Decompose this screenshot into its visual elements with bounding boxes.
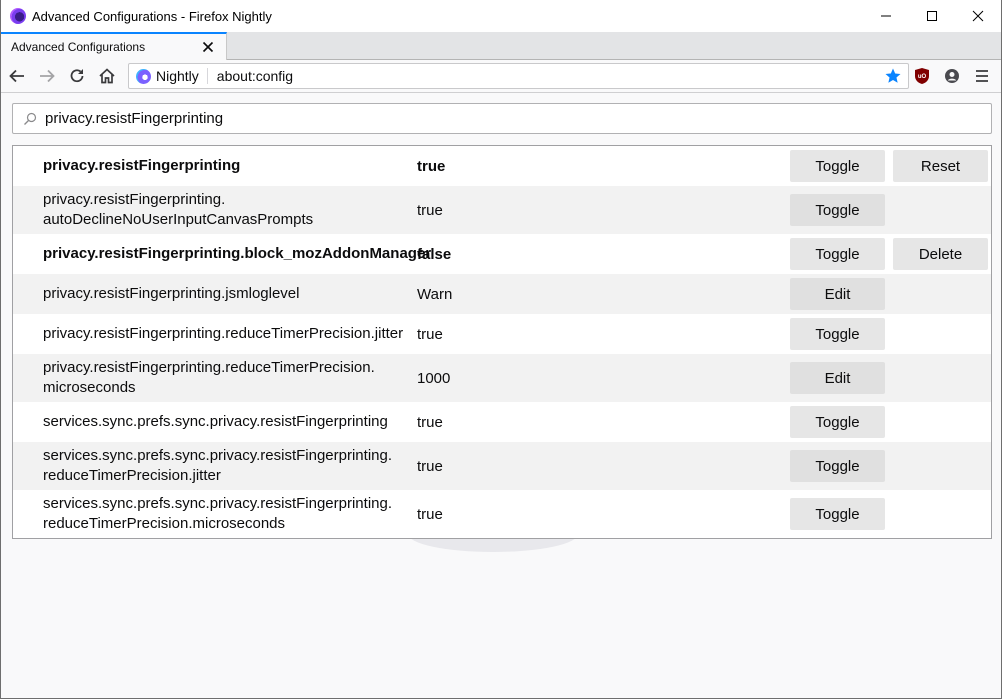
pref-name: services.sync.prefs.sync.privacy.resistF… xyxy=(43,413,388,430)
toggle-button[interactable]: Toggle xyxy=(790,498,885,530)
pref-actions: Toggle Delete xyxy=(790,238,996,270)
toggle-button[interactable]: Toggle xyxy=(790,238,885,270)
nightly-logo-icon xyxy=(136,68,151,84)
ublock-origin-button[interactable]: uO xyxy=(907,62,937,90)
home-button[interactable] xyxy=(92,62,122,90)
account-button[interactable] xyxy=(937,62,967,90)
toggle-button[interactable]: Toggle xyxy=(790,150,885,182)
edit-button[interactable]: Edit xyxy=(790,278,885,310)
about-config-page: privacy.resistFingerprinting privacy.res… xyxy=(1,94,1001,698)
toggle-button[interactable]: Toggle xyxy=(790,194,885,226)
pref-value: false xyxy=(417,245,452,263)
maximize-icon xyxy=(927,11,937,21)
window-controls xyxy=(863,0,1001,32)
pref-actions: Edit xyxy=(790,362,893,394)
minimize-icon xyxy=(881,15,891,17)
toggle-button[interactable]: Toggle xyxy=(790,450,885,482)
pref-actions: Toggle xyxy=(790,450,893,482)
back-button[interactable] xyxy=(2,62,32,90)
reload-icon xyxy=(70,69,84,83)
pref-row: privacy.resistFingerprinting. autoDeclin… xyxy=(13,186,991,234)
window-title: Advanced Configurations - Firefox Nightl… xyxy=(32,8,272,24)
star-icon xyxy=(885,68,901,83)
maximize-button[interactable] xyxy=(909,0,955,32)
pref-value: 1000 xyxy=(417,369,451,387)
pref-row: privacy.resistFingerprinting.block_mozAd… xyxy=(13,234,991,274)
title-bar: Advanced Configurations - Firefox Nightl… xyxy=(1,0,1001,32)
pref-actions: Toggle xyxy=(790,406,893,438)
close-window-button[interactable] xyxy=(955,0,1001,32)
pref-value: true xyxy=(417,413,443,431)
pref-name: services.sync.prefs.sync.privacy.resistF… xyxy=(43,447,392,484)
pref-value: true xyxy=(417,505,443,523)
pref-name: privacy.resistFingerprinting.block_mozAd… xyxy=(43,245,432,262)
search-icon xyxy=(24,112,37,125)
reload-button[interactable] xyxy=(62,62,92,90)
pref-row: privacy.resistFingerprinting.jsmloglevel… xyxy=(13,274,991,314)
pref-row: privacy.resistFingerprinting.reduceTimer… xyxy=(13,314,991,354)
search-value: privacy.resistFingerprinting xyxy=(45,110,224,127)
identity-box[interactable]: Nightly xyxy=(129,68,208,84)
pref-value: true xyxy=(417,325,443,343)
arrow-left-icon xyxy=(9,69,24,83)
svg-text:uO: uO xyxy=(918,74,927,80)
pref-row: services.sync.prefs.sync.privacy.resistF… xyxy=(13,442,991,490)
tab-strip: Advanced Configurations xyxy=(1,32,1001,60)
tab-advanced-configurations[interactable]: Advanced Configurations xyxy=(1,32,227,60)
pref-row: privacy.resistFingerprinting true Toggle… xyxy=(13,146,991,186)
pref-name: privacy.resistFingerprinting.jsmloglevel xyxy=(43,285,300,302)
arrow-right-icon xyxy=(40,69,55,83)
edit-button[interactable]: Edit xyxy=(790,362,885,394)
navigation-toolbar: Nightly about:config uO xyxy=(1,60,1001,93)
pref-value: Warn xyxy=(417,285,453,303)
pref-actions: Toggle xyxy=(790,318,893,350)
url-input[interactable]: about:config xyxy=(217,68,882,84)
pref-value: true xyxy=(417,201,443,219)
bookmark-star-button[interactable] xyxy=(882,65,904,87)
toolbar-extensions: uO xyxy=(907,62,997,90)
home-icon xyxy=(99,68,115,84)
pref-actions: Toggle Reset xyxy=(790,150,996,182)
minimize-button[interactable] xyxy=(863,0,909,32)
delete-button[interactable]: Delete xyxy=(893,238,988,270)
pref-row: services.sync.prefs.sync.privacy.resistF… xyxy=(13,402,991,442)
firefox-nightly-icon xyxy=(10,8,26,24)
reset-button[interactable]: Reset xyxy=(893,150,988,182)
hamburger-menu-icon xyxy=(976,70,988,82)
close-icon xyxy=(972,10,984,22)
pref-actions: Toggle xyxy=(790,498,893,530)
pref-value: true xyxy=(417,157,446,175)
ublock-origin-icon: uO xyxy=(915,68,929,84)
pref-value: true xyxy=(417,457,443,475)
close-icon xyxy=(202,41,214,53)
pref-name: services.sync.prefs.sync.privacy.resistF… xyxy=(43,495,392,532)
tab-close-button[interactable] xyxy=(196,35,220,59)
pref-actions: Toggle xyxy=(790,194,893,226)
identity-label: Nightly xyxy=(156,68,199,84)
preferences-table: privacy.resistFingerprinting true Toggle… xyxy=(12,145,992,539)
account-icon xyxy=(945,69,959,83)
forward-button[interactable] xyxy=(32,62,62,90)
pref-name: privacy.resistFingerprinting.reduceTimer… xyxy=(43,359,375,396)
toggle-button[interactable]: Toggle xyxy=(790,406,885,438)
pref-name: privacy.resistFingerprinting.reduceTimer… xyxy=(43,325,404,342)
toggle-button[interactable]: Toggle xyxy=(790,318,885,350)
pref-name: privacy.resistFingerprinting xyxy=(43,157,241,174)
pref-row: privacy.resistFingerprinting.reduceTimer… xyxy=(13,354,991,402)
url-bar[interactable]: Nightly about:config xyxy=(128,63,909,89)
pref-actions: Edit xyxy=(790,278,893,310)
pref-row: services.sync.prefs.sync.privacy.resistF… xyxy=(13,490,991,538)
tab-label: Advanced Configurations xyxy=(11,40,146,54)
pref-name: privacy.resistFingerprinting. autoDeclin… xyxy=(43,191,314,228)
search-input[interactable]: privacy.resistFingerprinting xyxy=(12,103,992,134)
app-menu-button[interactable] xyxy=(967,62,997,90)
